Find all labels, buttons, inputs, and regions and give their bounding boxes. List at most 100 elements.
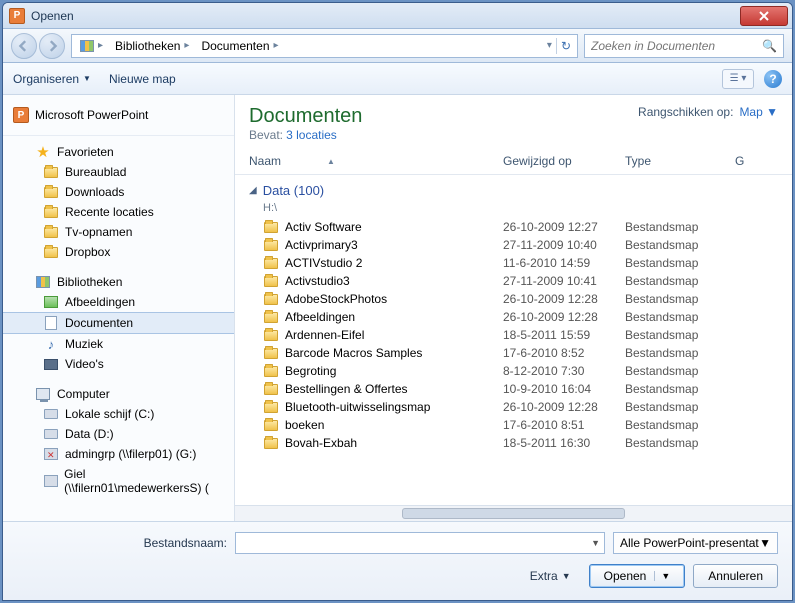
nav-forward-button[interactable]: [39, 33, 65, 59]
sidebar-item-library[interactable]: Afbeeldingen: [3, 292, 234, 312]
sidebar-item-drive[interactable]: Giel (\\filern01\medewerkersS) (: [3, 464, 234, 498]
column-modified[interactable]: Gewijzigd op: [503, 154, 625, 168]
file-row[interactable]: Afbeeldingen 26-10-2009 12:28 Bestandsma…: [249, 308, 792, 326]
file-row[interactable]: Bestellingen & Offertes 10-9-2010 16:04 …: [249, 380, 792, 398]
column-name[interactable]: Naam▲: [249, 154, 503, 168]
folder-icon: [263, 310, 279, 324]
sidebar-item-drive[interactable]: Lokale schijf (C:): [3, 404, 234, 424]
sidebar-item-favorite[interactable]: Bureaublad: [3, 162, 234, 182]
file-row[interactable]: Bovah-Exbah 18-5-2011 16:30 Bestandsmap: [249, 434, 792, 452]
navbar: ▸ Bibliotheken▸ Documenten▸ ▾ ↻ 🔍: [3, 29, 792, 63]
filename-combobox[interactable]: ▼: [235, 532, 605, 554]
file-row[interactable]: Activ Software 26-10-2009 12:27 Bestands…: [249, 218, 792, 236]
folder-icon: [263, 382, 279, 396]
column-size[interactable]: G: [735, 154, 778, 168]
file-list-pane: Documenten Bevat: 3 locaties Rangschikke…: [235, 95, 792, 521]
file-row[interactable]: Activstudio3 27-11-2009 10:41 Bestandsma…: [249, 272, 792, 290]
folder-icon: [43, 205, 59, 219]
titlebar: P Openen: [3, 3, 792, 29]
group-source: H:\: [263, 202, 277, 214]
filetype-filter[interactable]: Alle PowerPoint-presentaties (* ▼: [613, 532, 778, 554]
sidebar-item-library[interactable]: Video's: [3, 354, 234, 374]
breadcrumb-item[interactable]: Bibliotheken▸: [109, 35, 195, 57]
search-icon: 🔍: [762, 39, 777, 53]
horizontal-scrollbar[interactable]: [235, 505, 792, 521]
file-row[interactable]: Activprimary3 27-11-2009 10:40 Bestandsm…: [249, 236, 792, 254]
file-row[interactable]: Bluetooth-uitwisselingsmap 26-10-2009 12…: [249, 398, 792, 416]
organize-button[interactable]: Organiseren▼: [13, 72, 91, 86]
file-list[interactable]: ◢ Data (100) H:\ Activ Software 26-10-20…: [235, 175, 792, 505]
help-button[interactable]: ?: [764, 70, 782, 88]
sidebar-item-drive[interactable]: Data (D:): [3, 424, 234, 444]
file-row[interactable]: Begroting 8-12-2010 7:30 Bestandsmap: [249, 362, 792, 380]
chevron-down-icon: ▼: [83, 74, 91, 83]
sidebar-item-favorite[interactable]: Downloads: [3, 182, 234, 202]
locations-link[interactable]: 3 locaties: [286, 128, 337, 142]
folder-icon: [263, 220, 279, 234]
scrollbar-thumb[interactable]: [402, 508, 625, 519]
column-type[interactable]: Type: [625, 154, 735, 168]
group-header[interactable]: ◢ Data (100): [249, 179, 792, 202]
library-icon: [80, 40, 94, 52]
file-row[interactable]: Barcode Macros Samples 17-6-2010 8:52 Be…: [249, 344, 792, 362]
folder-icon: [263, 400, 279, 414]
chevron-down-icon: ▼: [759, 536, 771, 550]
drive-icon: [43, 427, 59, 441]
folder-icon: [263, 418, 279, 432]
folder-icon: [43, 185, 59, 199]
open-split-button[interactable]: ▼: [654, 571, 670, 581]
folder-icon: [43, 225, 59, 239]
sidebar-libraries-header[interactable]: Bibliotheken: [3, 272, 234, 292]
breadcrumb-item[interactable]: Documenten▸: [195, 35, 284, 57]
breadcrumb[interactable]: ▸ Bibliotheken▸ Documenten▸ ▾ ↻: [71, 34, 578, 58]
sidebar-item-library[interactable]: Documenten: [3, 312, 234, 334]
sidebar-app-filter[interactable]: P Microsoft PowerPoint: [3, 101, 234, 136]
filename-label: Bestandsnaam:: [17, 536, 227, 550]
extra-tools-button[interactable]: Extra▼: [530, 569, 571, 583]
file-row[interactable]: AdobeStockPhotos 26-10-2009 12:28 Bestan…: [249, 290, 792, 308]
drive-icon: [43, 474, 58, 488]
sidebar-item-favorite[interactable]: Tv-opnamen: [3, 222, 234, 242]
sidebar-computer-header[interactable]: Computer: [3, 384, 234, 404]
powerpoint-icon: P: [13, 107, 29, 123]
breadcrumb-root[interactable]: ▸: [74, 35, 109, 57]
file-row[interactable]: boeken 17-6-2010 8:51 Bestandsmap: [249, 416, 792, 434]
arrange-by: Rangschikken op: Map ▼: [638, 105, 778, 119]
search-input[interactable]: [591, 39, 762, 53]
chevron-right-icon: ▸: [184, 40, 189, 51]
close-button[interactable]: [740, 6, 788, 26]
search-box[interactable]: 🔍: [584, 34, 784, 58]
chevron-down-icon[interactable]: ▾: [547, 40, 552, 51]
library-icon: [36, 276, 50, 288]
sidebar-favorites-header[interactable]: ★Favorieten: [3, 142, 234, 162]
cancel-button[interactable]: Annuleren: [693, 564, 778, 588]
drive-icon: [43, 447, 59, 461]
window-title: Openen: [31, 9, 74, 23]
sidebar-item-favorite[interactable]: Dropbox: [3, 242, 234, 262]
nav-back-button[interactable]: [11, 33, 37, 59]
file-row[interactable]: Ardennen-Eifel 18-5-2011 15:59 Bestandsm…: [249, 326, 792, 344]
sidebar-item-favorite[interactable]: Recente locaties: [3, 202, 234, 222]
toolbar: Organiseren▼ Nieuwe map ☰ ▾ ?: [3, 63, 792, 95]
folder-icon: [263, 364, 279, 378]
folder-icon: [263, 292, 279, 306]
sidebar: P Microsoft PowerPoint ★Favorieten Burea…: [3, 95, 235, 521]
folder-icon: [263, 274, 279, 288]
drive-icon: [43, 407, 59, 421]
filename-input[interactable]: [240, 536, 591, 550]
folder-icon: [263, 256, 279, 270]
star-icon: ★: [35, 145, 51, 159]
sidebar-item-drive[interactable]: admingrp (\\filerp01) (G:): [3, 444, 234, 464]
sidebar-item-library[interactable]: ♪Muziek: [3, 334, 234, 354]
app-icon: P: [9, 8, 25, 24]
location-title: Documenten: [249, 105, 362, 128]
refresh-icon[interactable]: ↻: [561, 39, 571, 53]
new-folder-button[interactable]: Nieuwe map: [109, 72, 176, 86]
view-options-button[interactable]: ☰ ▾: [722, 69, 754, 89]
arrange-by-value[interactable]: Map ▼: [739, 105, 778, 119]
sort-asc-icon: ▲: [327, 157, 335, 166]
open-button[interactable]: Openen▼: [589, 564, 686, 588]
close-icon: [759, 11, 769, 21]
file-row[interactable]: ACTIVstudio 2 11-6-2010 14:59 Bestandsma…: [249, 254, 792, 272]
chevron-down-icon[interactable]: ▼: [591, 538, 600, 548]
